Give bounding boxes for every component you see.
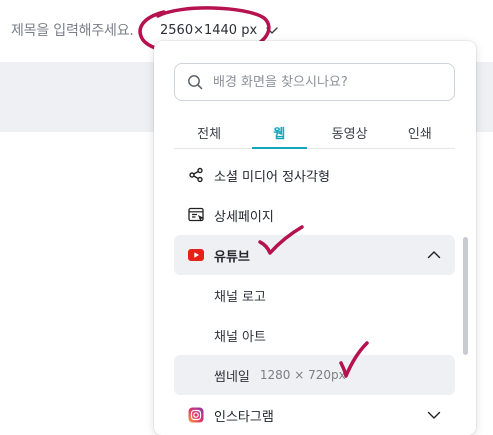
size-list: 소셜 미디어 정사각형 상세페이지 유튜브 채널 로고 채널 아트 썸네일 12… (174, 155, 455, 435)
search-icon (188, 75, 203, 90)
chevron-down-icon[interactable] (427, 408, 441, 422)
search-input[interactable] (213, 74, 443, 90)
list-item-channel-art[interactable]: 채널 아트 (174, 315, 455, 355)
list-item-youtube[interactable]: 유튜브 (174, 235, 455, 275)
list-item-label: 인스타그램 (214, 409, 274, 425)
list-item-label: 유튜브 (214, 249, 250, 265)
list-item-label: 상세페이지 (214, 209, 274, 225)
list-item-thumbnail[interactable]: 썸네일 1280 × 720px (174, 355, 455, 395)
list-item-social-square[interactable]: 소셜 미디어 정사각형 (174, 155, 455, 195)
share-icon (187, 166, 205, 184)
list-item-label: 소셜 미디어 정사각형 (214, 169, 330, 185)
chevron-down-icon (266, 27, 278, 34)
list-item-channel-logo[interactable]: 채널 로고 (174, 275, 455, 315)
sub-item-label: 채널 아트 (214, 329, 266, 345)
sub-item-dimensions: 1280 × 720px (259, 368, 346, 382)
tab-all[interactable]: 전체 (174, 115, 244, 148)
document-title-input[interactable]: 제목을 입력해주세요. (11, 20, 134, 40)
size-dropdown-panel: 전체 웹 동영상 인쇄 소셜 미디어 정사각형 (154, 41, 476, 435)
search-box[interactable] (174, 63, 455, 101)
dropdown-scrollbar[interactable] (463, 237, 468, 355)
list-item-detail-page[interactable]: 상세페이지 (174, 195, 455, 235)
sub-item-label: 채널 로고 (214, 289, 266, 305)
category-tabs: 전체 웹 동영상 인쇄 (174, 115, 455, 149)
tab-video[interactable]: 동영상 (315, 115, 385, 148)
tab-web[interactable]: 웹 (244, 115, 314, 149)
list-item-instagram[interactable]: 인스타그램 (174, 395, 455, 435)
tab-print[interactable]: 인쇄 (385, 115, 455, 148)
canvas-size-label: 2560×1440 px (160, 22, 258, 38)
webpage-icon (187, 206, 205, 224)
youtube-icon (187, 246, 205, 264)
instagram-icon (187, 406, 205, 424)
canvas-size-dropdown[interactable]: 2560×1440 px (154, 16, 285, 44)
chevron-up-icon[interactable] (427, 248, 441, 262)
sub-item-label: 썸네일 (214, 369, 250, 385)
